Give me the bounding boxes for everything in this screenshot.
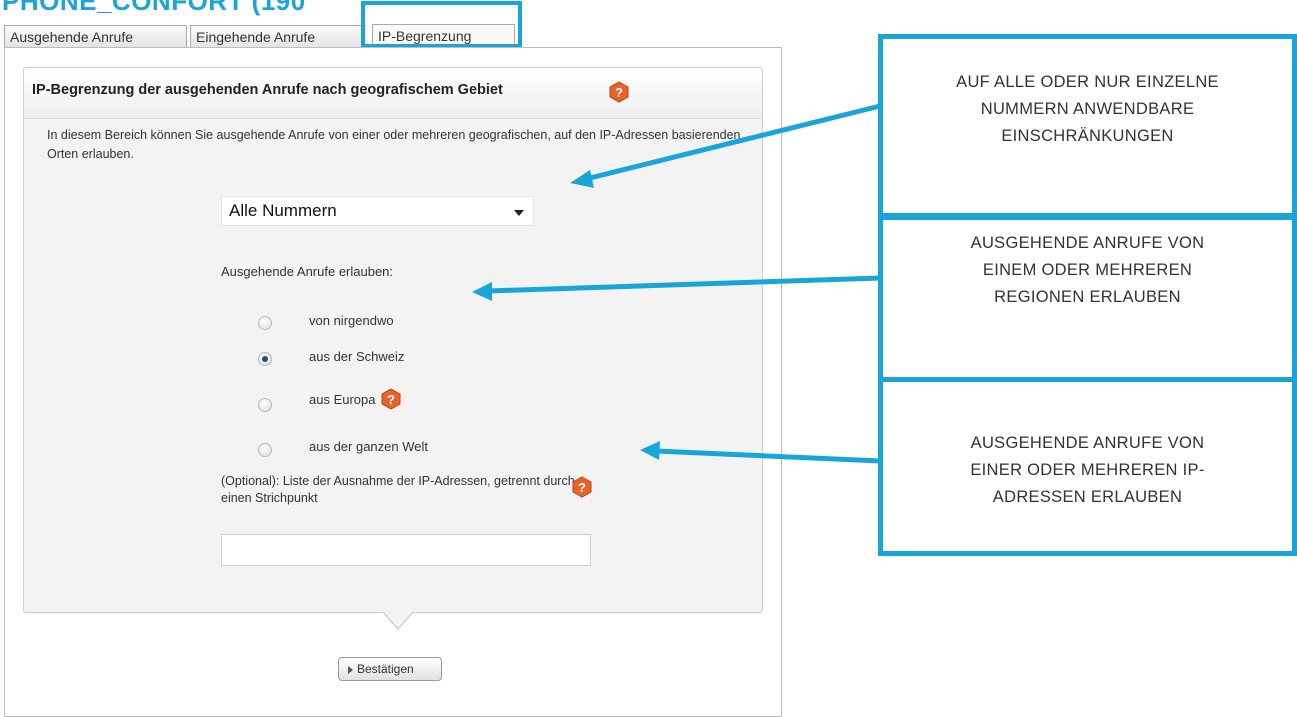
confirm-button[interactable]: Bestätigen bbox=[338, 657, 442, 681]
radio-label-whole-world: aus der ganzen Welt bbox=[309, 439, 428, 454]
panel-description: In diesem Bereich können Sie ausgehende … bbox=[47, 128, 741, 161]
annotation-line: EINSCHRÄNKUNGEN bbox=[1001, 127, 1174, 145]
radio-label-switzerland: aus der Schweiz bbox=[309, 349, 405, 364]
panel-notch-fill bbox=[383, 611, 413, 628]
help-icon[interactable]: ? bbox=[608, 81, 630, 103]
help-icon[interactable]: ? bbox=[380, 388, 402, 410]
panel-header: IP-Begrenzung der ausgehenden Anrufe nac… bbox=[24, 68, 762, 119]
tab-incoming-calls[interactable]: Eingehende Anrufe bbox=[190, 25, 362, 47]
svg-text:?: ? bbox=[615, 85, 623, 100]
number-select-value: Alle Nummern bbox=[229, 201, 337, 220]
annotation-line: NUMMERN ANWENDBARE bbox=[980, 100, 1195, 118]
annotation-line: EINER ODER MEHREREN IP- bbox=[970, 461, 1205, 479]
annotation-line: AUSGEHENDE ANRUFE VON bbox=[970, 234, 1205, 252]
radio-label-europe: aus Europa bbox=[309, 392, 376, 407]
tab-outgoing-calls[interactable]: Ausgehende Anrufe bbox=[4, 25, 187, 47]
tab-highlight-frame bbox=[361, 1, 522, 48]
annotation-line: ADRESSEN ERLAUBEN bbox=[992, 488, 1183, 506]
annotation-ip-addresses: AUSGEHENDE ANRUFE VON EINER ODER MEHRERE… bbox=[878, 377, 1297, 556]
ip-exceptions-label: (Optional): Liste der Ausnahme der IP-Ad… bbox=[221, 474, 575, 505]
radio-europe[interactable] bbox=[258, 398, 272, 412]
annotation-line: AUSGEHENDE ANRUFE VON bbox=[970, 434, 1205, 452]
annotation-line: EINEM ODER MEHREREN bbox=[982, 261, 1193, 279]
annotation-numbers: AUF ALLE ODER NUR EINZELNE NUMMERN ANWEN… bbox=[878, 34, 1297, 218]
radio-switzerland[interactable] bbox=[258, 352, 272, 366]
confirm-button-label: Bestätigen bbox=[357, 662, 414, 676]
ip-exceptions-input[interactable] bbox=[221, 534, 591, 566]
page-title: PHONE_CONFORT (190 bbox=[2, 0, 306, 16]
radio-whole-world[interactable] bbox=[258, 443, 272, 457]
panel-title: IP-Begrenzung der ausgehenden Anrufe nac… bbox=[32, 82, 503, 98]
triangle-right-icon bbox=[348, 666, 353, 674]
help-icon[interactable]: ? bbox=[571, 476, 593, 498]
radio-nowhere[interactable] bbox=[258, 316, 272, 330]
number-select[interactable]: Alle Nummern bbox=[221, 196, 534, 226]
svg-text:?: ? bbox=[578, 480, 586, 495]
radio-label-nowhere: von nirgendwo bbox=[309, 313, 394, 328]
annotation-regions: AUSGEHENDE ANRUFE VON EINEM ODER MEHRERE… bbox=[878, 215, 1297, 383]
allow-calls-label: Ausgehende Anrufe erlauben: bbox=[221, 264, 394, 279]
chevron-down-icon bbox=[514, 210, 524, 216]
annotation-line: REGIONEN ERLAUBEN bbox=[994, 288, 1181, 306]
svg-text:?: ? bbox=[387, 392, 395, 407]
annotation-line: AUF ALLE ODER NUR EINZELNE bbox=[956, 73, 1219, 91]
ip-restriction-panel: IP-Begrenzung der ausgehenden Anrufe nac… bbox=[23, 67, 763, 613]
